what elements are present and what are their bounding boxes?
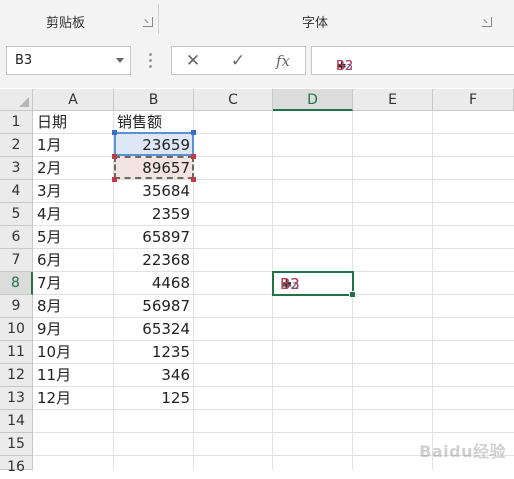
cell-a4[interactable]: 3月 <box>33 180 113 203</box>
gridline <box>33 432 514 433</box>
row-header-9[interactable]: 9 <box>0 295 33 318</box>
cell-a8[interactable]: 7月 <box>33 272 113 295</box>
cancel-icon[interactable]: ✕ <box>178 49 208 73</box>
cell-b13[interactable]: 125 <box>113 387 193 410</box>
cell-a9[interactable]: 8月 <box>33 295 113 318</box>
clipboard-dialog-launcher-icon[interactable] <box>143 17 153 27</box>
row-header-13[interactable]: 13 <box>0 387 33 410</box>
font-dialog-launcher-icon[interactable] <box>482 17 492 27</box>
ribbon-divider <box>158 4 159 34</box>
formula-ref-b3: B3 <box>336 59 354 74</box>
column-header-c[interactable]: C <box>194 89 273 111</box>
column-header-f[interactable]: F <box>433 89 514 111</box>
cell-a7[interactable]: 6月 <box>33 249 113 272</box>
enter-icon[interactable]: ✓ <box>223 49 253 73</box>
cell-b5[interactable]: 2359 <box>113 203 193 226</box>
row-header-4[interactable]: 4 <box>0 180 33 203</box>
clipboard-group-label: 剪贴板 <box>46 16 86 31</box>
chevron-down-icon[interactable] <box>116 58 124 63</box>
cell-a11[interactable]: 10月 <box>33 341 113 364</box>
row-header-5[interactable]: 5 <box>0 203 33 226</box>
cell-b1[interactable]: 销售额 <box>113 111 193 134</box>
column-header-b[interactable]: B <box>114 89 194 111</box>
cell-b9[interactable]: 56987 <box>113 295 193 318</box>
cell-a2[interactable]: 1月 <box>33 134 113 157</box>
row-header-3[interactable]: 3 <box>0 157 33 180</box>
cell-b7[interactable]: 22368 <box>113 249 193 272</box>
cell-a6[interactable]: 5月 <box>33 226 113 249</box>
gridline <box>432 111 433 470</box>
formula-bar-grip-icon[interactable] <box>149 53 152 69</box>
cell-a12[interactable]: 11月 <box>33 364 113 387</box>
row-header-11[interactable]: 11 <box>0 341 33 364</box>
name-box[interactable]: B3 <box>6 46 131 75</box>
formula-buttons: ✕ ✓ fx <box>171 46 306 75</box>
cell-b11[interactable]: 1235 <box>113 341 193 364</box>
row-header-16[interactable]: 16 <box>0 456 33 475</box>
cell-a3[interactable]: 2月 <box>33 157 113 180</box>
row-header-2[interactable]: 2 <box>0 134 33 157</box>
font-group-label: 字体 <box>302 16 329 31</box>
cell-a1[interactable]: 日期 <box>33 111 113 134</box>
ribbon: 剪贴板 字体 <box>0 0 514 39</box>
active-cell-d8[interactable]: = B2 + B3 <box>272 271 356 298</box>
watermark: Baidu经验 <box>419 442 506 461</box>
cell-b12[interactable]: 346 <box>113 364 193 387</box>
column-header-d[interactable]: D <box>273 89 353 111</box>
row-header-10[interactable]: 10 <box>0 318 33 341</box>
row-header-15[interactable]: 15 <box>0 433 33 456</box>
row-header-6[interactable]: 6 <box>0 226 33 249</box>
cell-a10[interactable]: 9月 <box>33 318 113 341</box>
column-header-e[interactable]: E <box>353 89 433 111</box>
edit-ref-b3: B3 <box>280 275 300 293</box>
cell-a13[interactable]: 12月 <box>33 387 113 410</box>
row-header-1[interactable]: 1 <box>0 111 33 134</box>
cell-a5[interactable]: 4月 <box>33 203 113 226</box>
formula-input[interactable]: = B2 + B3 <box>311 46 514 75</box>
cell-b3[interactable]: 89657 <box>113 157 193 180</box>
row-header-7[interactable]: 7 <box>0 249 33 272</box>
row-header-12[interactable]: 12 <box>0 364 33 387</box>
row-header-8[interactable]: 8 <box>0 272 33 295</box>
select-all-button[interactable] <box>0 89 33 111</box>
fill-handle[interactable] <box>349 291 356 298</box>
insert-function-icon[interactable]: fx <box>268 49 298 73</box>
cell-b2[interactable]: 23659 <box>113 134 193 157</box>
row-header-14[interactable]: 14 <box>0 410 33 433</box>
worksheet-grid[interactable]: A B C D E F 1 2 3 4 5 6 7 8 9 10 11 12 1… <box>0 89 514 475</box>
cell-b10[interactable]: 65324 <box>113 318 193 341</box>
cell-b8[interactable]: 4468 <box>113 272 193 295</box>
column-header-a[interactable]: A <box>33 89 114 111</box>
name-box-value: B3 <box>15 53 33 68</box>
cell-b6[interactable]: 65897 <box>113 226 193 249</box>
cell-b4[interactable]: 35684 <box>113 180 193 203</box>
